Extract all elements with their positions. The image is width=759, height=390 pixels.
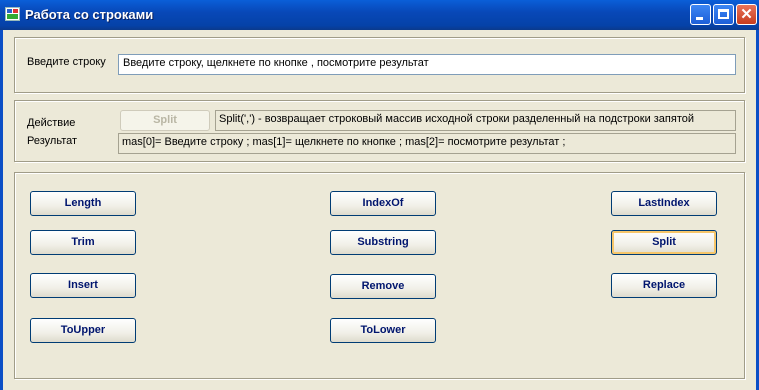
lastindex-button[interactable]: LastIndex [611,191,717,216]
close-icon: ✕ [740,6,753,23]
replace-button[interactable]: Replace [611,273,717,298]
input-label: Введите строку [27,56,106,68]
result-field: mas[0]= Введите строку ; mas[1]= щелкнет… [118,133,736,154]
tolower-button[interactable]: ToLower [330,318,436,343]
title-bar[interactable]: Работа со строками ✕ [0,0,759,30]
insert-button[interactable]: Insert [30,273,136,298]
remove-button[interactable]: Remove [330,274,436,299]
action-label: Действие [27,117,76,129]
app-icon[interactable] [5,7,20,21]
split-button[interactable]: Split [611,230,717,255]
minimize-icon [696,17,703,20]
toupper-button[interactable]: ToUpper [30,318,136,343]
maximize-icon [718,9,729,19]
maximize-button[interactable] [713,4,734,25]
description-field: Split(',') - возвращает строковый массив… [215,110,736,131]
trim-button[interactable]: Trim [30,230,136,255]
indexof-button[interactable]: IndexOf [330,191,436,216]
window-border-left [0,30,3,390]
window-title: Работа со строками [25,7,154,22]
substring-button[interactable]: Substring [330,230,436,255]
result-label: Результат [27,135,78,147]
length-button[interactable]: Length [30,191,136,216]
close-button[interactable]: ✕ [736,4,757,25]
action-split-button[interactable]: Split [120,110,210,131]
string-input[interactable]: Введите строку, щелкнете по кнопке , пос… [118,54,736,75]
minimize-button[interactable] [690,4,711,25]
